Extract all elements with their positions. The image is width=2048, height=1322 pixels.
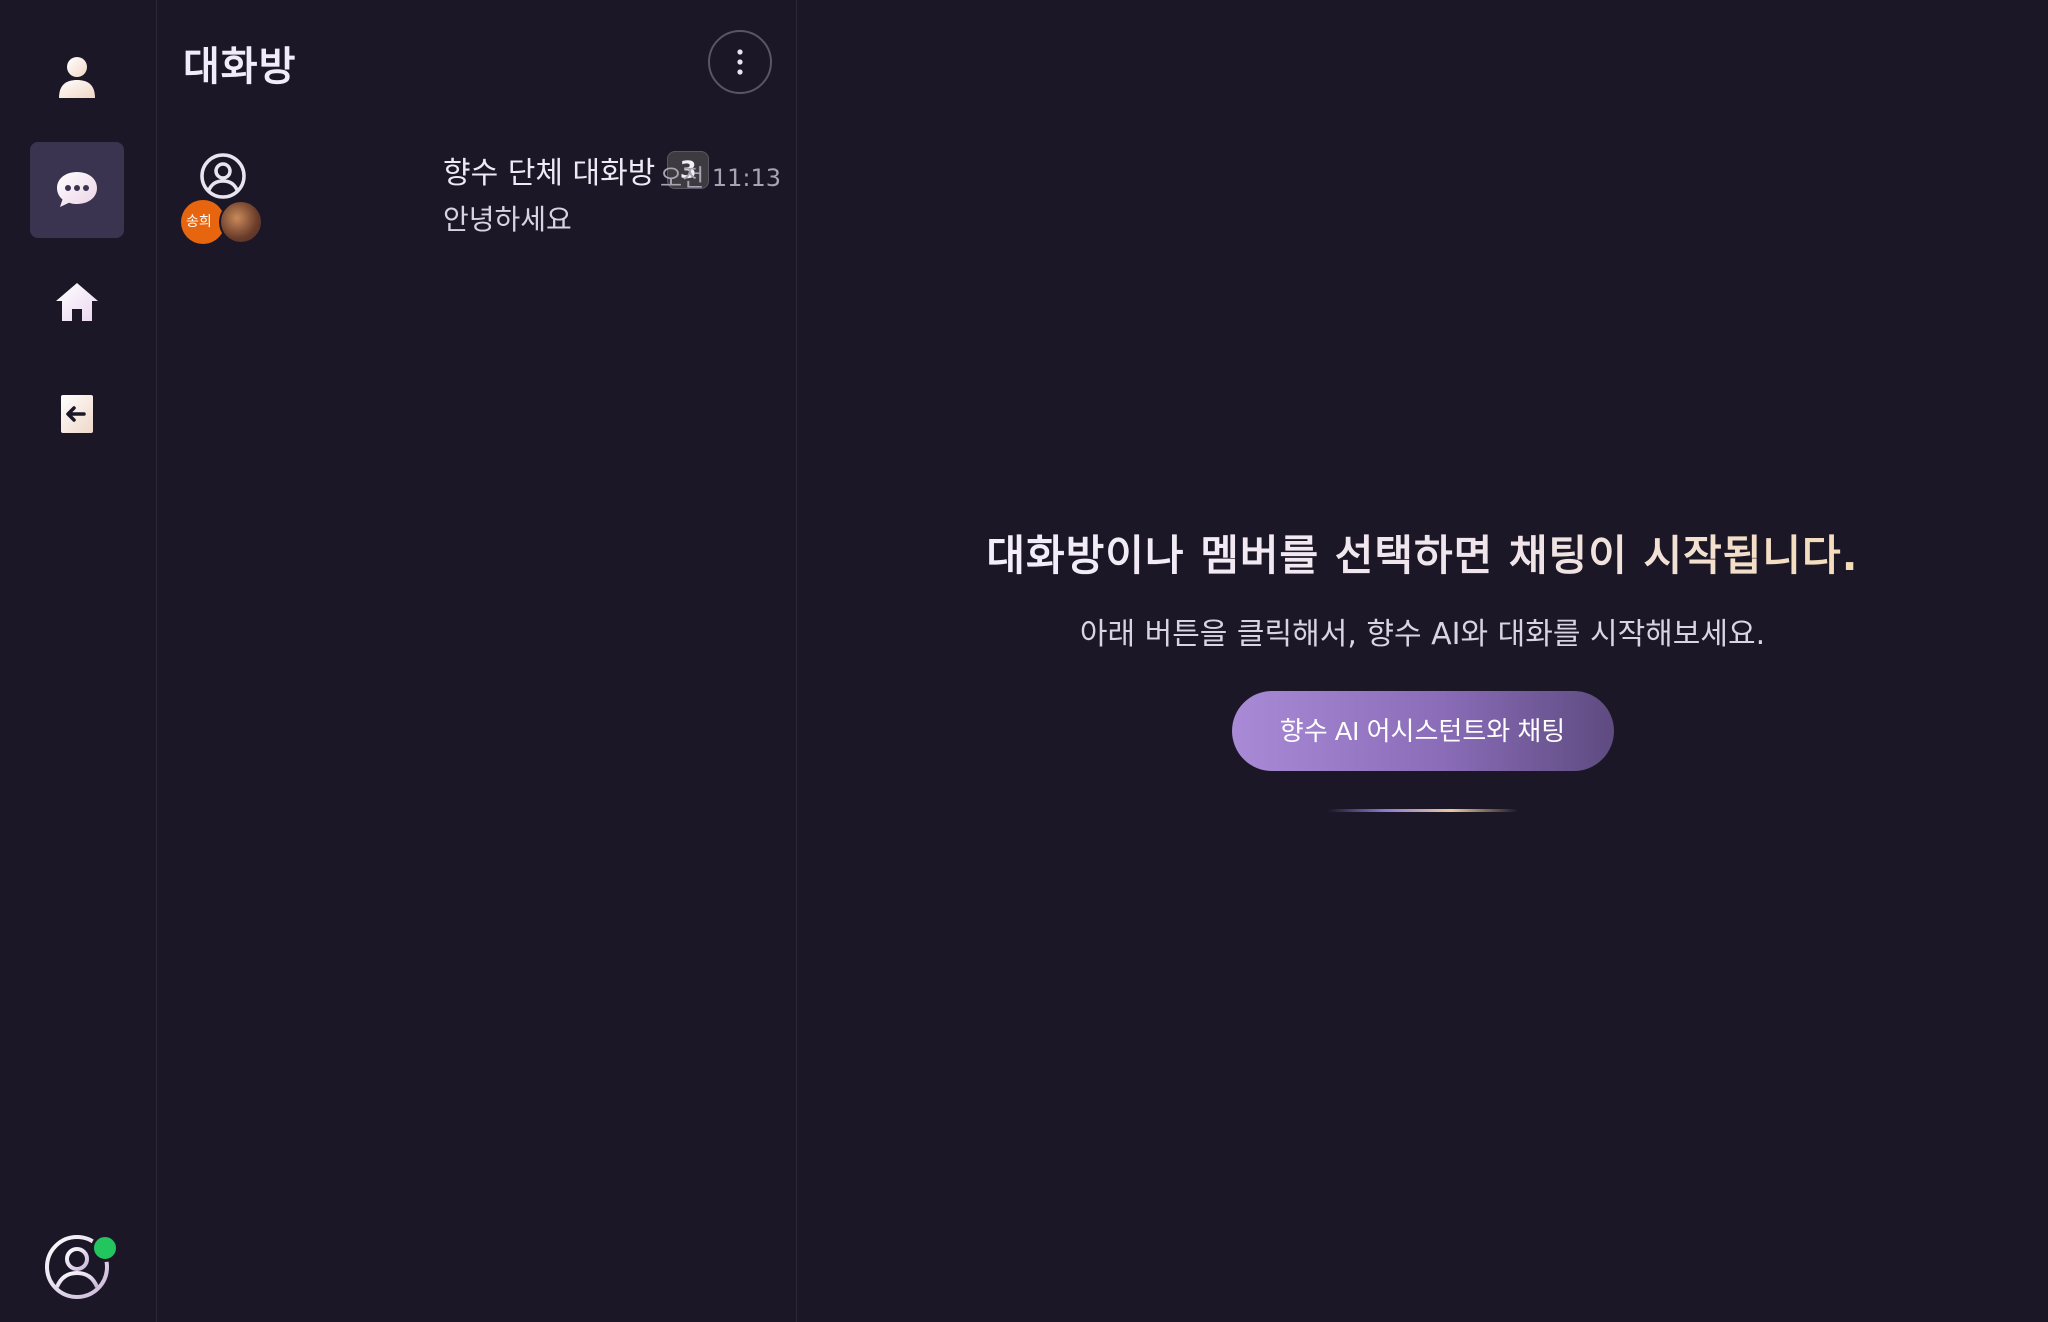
room-list-title: 대화방: [183, 44, 297, 90]
room-list-item[interactable]: 송희 향수 단체 대화방 3 오전 11:13 안녕하세요: [181, 140, 781, 244]
rail-chat-button[interactable]: [30, 142, 124, 238]
logout-icon: [61, 395, 93, 433]
room-name: 향수 단체 대화방: [443, 156, 656, 191]
rail-logout-button[interactable]: [30, 366, 124, 462]
rail-home-button[interactable]: [30, 254, 124, 350]
icon-rail: [0, 0, 157, 1322]
group-avatar-icon: [200, 153, 246, 199]
room-last-message-time: 오전 11:13: [660, 164, 781, 192]
decorative-accent-line: [1327, 809, 1518, 812]
chat-main-area: 대화방이나 멤버를 선택하면 채팅이 시작됩니다. 아래 버튼을 클릭해서, 향…: [797, 0, 2048, 1322]
empty-state-title: 대화방이나 멤버를 선택하면 채팅이 시작됩니다.: [986, 522, 1858, 583]
member-avatar-photo: [219, 200, 263, 244]
ai-assistant-chat-button[interactable]: 향수 AI 어시스턴트와 채팅: [1231, 691, 1614, 771]
more-options-button[interactable]: [708, 30, 772, 94]
room-last-message-preview: 안녕하세요: [443, 203, 572, 236]
home-icon: [56, 283, 98, 321]
rail-profile-button[interactable]: [30, 30, 124, 126]
room-list-panel: 대화방 송희 향수 단체 대화방 3 오전 11:13 안녕하세요: [157, 0, 797, 1322]
user-icon: [59, 57, 95, 98]
empty-state-subtitle: 아래 버튼을 클릭해서, 향수 AI와 대화를 시작해보세요.: [1079, 617, 1766, 652]
empty-state: 대화방이나 멤버를 선택하면 채팅이 시작됩니다. 아래 버튼을 클릭해서, 향…: [797, 522, 2048, 812]
chat-bubble-icon: [57, 172, 97, 207]
more-vertical-icon: [737, 49, 743, 75]
group-avatar: 송희: [181, 152, 267, 244]
online-status-indicator: [91, 1234, 119, 1262]
app-root: 대화방 송희 향수 단체 대화방 3 오전 11:13 안녕하세요 대화방이나 …: [0, 0, 2048, 1322]
